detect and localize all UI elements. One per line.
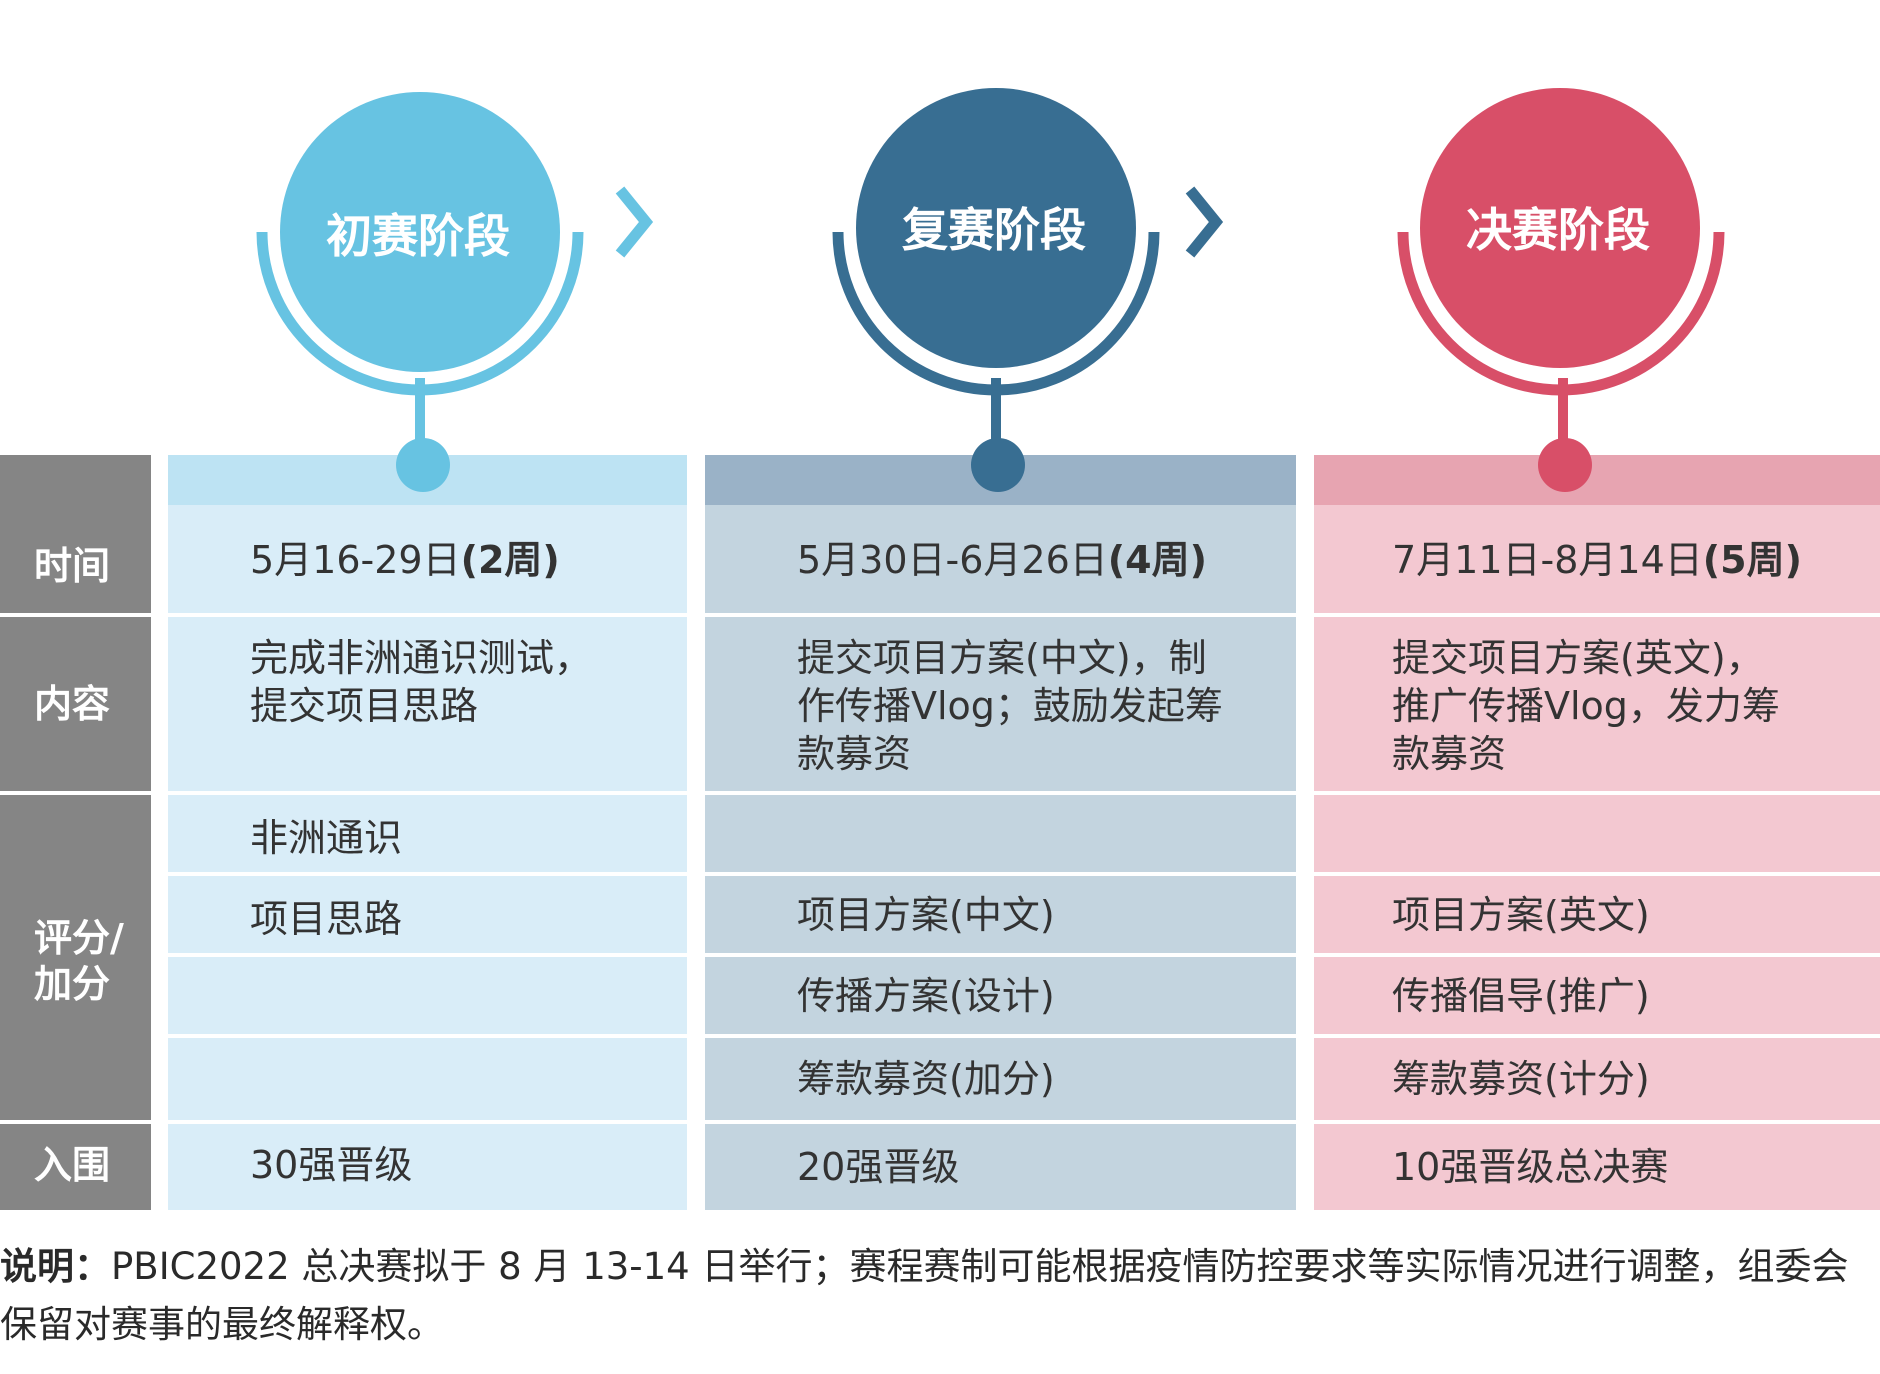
stage-graphics: 初赛阶段 复赛阶段 决赛阶段 — [256, 88, 1725, 492]
stage-1-title: 初赛阶段 — [326, 209, 510, 263]
footnote-label: 说明： — [0, 1245, 111, 1288]
stage-3-dot — [1538, 438, 1592, 492]
competition-stage-diagram: 时间 内容 评分/ 加分 入围 5月16-29日(2周) 完成非洲通识测试， 提… — [0, 0, 1880, 1374]
stage-2-title: 复赛阶段 — [902, 203, 1086, 257]
arrow-2-chevron-icon — [1185, 186, 1224, 258]
stage-1-dot — [396, 438, 450, 492]
stage-2-dot — [971, 438, 1025, 492]
footnote-text: PBIC2022 总决赛拟于 8 月 13-14 日举行；赛程赛制可能根据疫情防… — [0, 1245, 1849, 1346]
stage-2-badge: 复赛阶段 — [832, 88, 1160, 492]
stage-3-title: 决赛阶段 — [1466, 203, 1650, 257]
footnote: 说明：PBIC2022 总决赛拟于 8 月 13-14 日举行；赛程赛制可能根据… — [0, 1238, 1880, 1354]
arrow-1-chevron-icon — [615, 186, 654, 258]
stage-1-badge: 初赛阶段 — [256, 92, 584, 492]
stage-3-badge: 决赛阶段 — [1397, 88, 1725, 492]
